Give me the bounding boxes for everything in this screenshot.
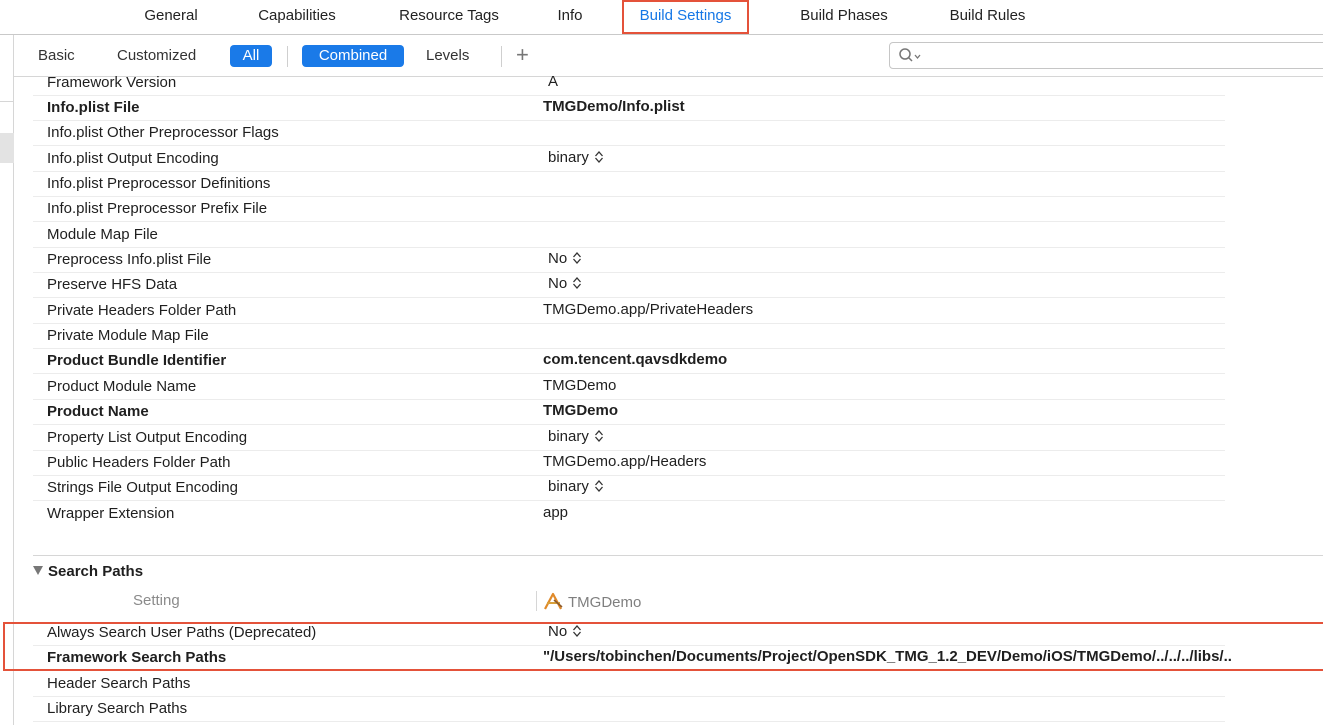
setting-row-product-bundle-identifier[interactable]: Product Bundle Identifier com.tencent.qa… [33,349,1225,374]
setting-row-info-plist-prefix-file[interactable]: Info.plist Preprocessor Prefix File [33,197,1225,222]
tab-capabilities[interactable]: Capabilities [252,0,342,34]
column-separator [536,591,537,611]
setting-row-header-search-paths[interactable]: Header Search Paths [33,672,1225,697]
setting-name: Info.plist Preprocessor Definitions [47,175,271,192]
filter-all[interactable]: All [230,45,272,67]
setting-row-info-plist-preprocessor-definitions[interactable]: Info.plist Preprocessor Definitions [33,172,1225,197]
setting-value: No [548,250,568,267]
setting-value: binary [548,428,589,445]
setting-value[interactable]: TMGDemo.app/Headers [543,453,706,470]
search-icon [899,48,921,62]
setting-name: Product Bundle Identifier [47,352,227,369]
editor-tab-bar: General Capabilities Resource Tags Info … [0,0,1323,34]
setting-row-private-module-map[interactable]: Private Module Map File [33,324,1225,349]
setting-dropdown[interactable]: binary [548,149,604,166]
setting-name: Private Headers Folder Path [47,302,237,319]
setting-row-private-headers-folder[interactable]: Private Headers Folder Path TMGDemo.app/… [33,299,1225,324]
setting-name: Library Search Paths [47,700,188,717]
setting-value[interactable]: TMGDemo [543,377,616,394]
setting-name: Framework Version [47,74,177,91]
app-target-icon [544,592,563,610]
setting-name: Preserve HFS Data [47,276,178,293]
section-title: Search Paths [48,563,144,580]
section-header-search-paths[interactable]: Search Paths [33,563,143,580]
setting-row-public-headers-folder[interactable]: Public Headers Folder Path TMGDemo.app/H… [33,451,1225,476]
search-field[interactable] [889,42,1323,69]
setting-row-info-plist-preprocessor-flags[interactable]: Info.plist Other Preprocessor Flags [33,121,1225,146]
setting-value: binary [548,149,589,166]
setting-value[interactable]: app [543,504,568,521]
column-header-target: TMGDemo [542,591,641,611]
stepper-icon [594,480,603,492]
filter-basic[interactable]: Basic [38,45,75,67]
setting-row-info-plist-output-encoding[interactable]: Info.plist Output Encoding binary [33,147,1225,172]
column-header-setting: Setting [133,592,180,609]
gutter-divider [0,101,14,102]
setting-row-info-plist-file[interactable]: Info.plist File TMGDemo/Info.plist [33,96,1225,121]
setting-value[interactable]: TMGDemo [543,402,618,419]
stepper-icon [573,277,582,289]
stepper-icon [573,252,582,264]
target-name: TMGDemo [568,594,642,611]
filter-levels[interactable]: Levels [426,45,469,67]
setting-row-wrapper-extension[interactable]: Wrapper Extension app [33,502,1225,527]
setting-name: Info.plist Output Encoding [47,150,219,167]
tab-info[interactable]: Info [554,0,586,34]
setting-name: Info.plist Preprocessor Prefix File [47,200,268,217]
setting-name: Wrapper Extension [47,505,175,522]
setting-name: Product Module Name [47,378,197,395]
setting-value: No [548,275,568,292]
setting-name: Module Map File [47,226,158,243]
setting-row-preprocess-info-plist[interactable]: Preprocess Info.plist File No [33,248,1225,273]
tab-build-phases[interactable]: Build Phases [795,0,893,34]
setting-name: Info.plist File [47,99,140,116]
disclosure-triangle-icon[interactable] [33,566,43,575]
setting-row-framework-version[interactable]: Framework Version A [33,71,1225,96]
setting-row-product-name[interactable]: Product Name TMGDemo [33,400,1225,425]
tab-build-rules[interactable]: Build Rules [945,0,1030,34]
setting-row-library-search-paths[interactable]: Library Search Paths [33,697,1225,722]
tab-build-settings[interactable]: Build Settings [622,0,749,34]
setting-value: binary [548,478,589,495]
setting-row-product-module-name[interactable]: Product Module Name TMGDemo [33,375,1225,400]
setting-row-strings-file-encoding[interactable]: Strings File Output Encoding binary [33,476,1225,501]
setting-dropdown[interactable]: No [548,250,582,267]
setting-value[interactable]: com.tencent.qavsdkdemo [543,351,727,368]
tab-resource-tags[interactable]: Resource Tags [393,0,505,34]
setting-value[interactable]: TMGDemo/Info.plist [543,98,685,115]
tab-general[interactable]: General [141,0,201,34]
setting-name: Header Search Paths [47,675,191,692]
setting-name: Info.plist Other Preprocessor Flags [47,124,279,141]
setting-name: Private Module Map File [47,327,209,344]
stepper-icon [594,151,603,163]
section-divider [33,555,1323,556]
setting-row-preserve-hfs-data[interactable]: Preserve HFS Data No [33,273,1225,298]
annotation-highlight-box [3,622,1323,671]
setting-name: Product Name [47,403,149,420]
setting-value[interactable]: A [548,73,558,90]
setting-dropdown[interactable]: No [548,275,582,292]
setting-dropdown[interactable]: binary [548,428,604,445]
setting-name: Strings File Output Encoding [47,479,238,496]
setting-value[interactable]: TMGDemo.app/PrivateHeaders [543,301,753,318]
filter-combined[interactable]: Combined [302,45,404,67]
setting-dropdown[interactable]: binary [548,478,604,495]
setting-row-module-map-file[interactable]: Module Map File [33,223,1225,248]
setting-name: Preprocess Info.plist File [47,251,212,268]
setting-name: Property List Output Encoding [47,429,248,446]
setting-name: Public Headers Folder Path [47,454,231,471]
filter-customized[interactable]: Customized [117,45,196,67]
setting-row-property-list-encoding[interactable]: Property List Output Encoding binary [33,426,1225,451]
stepper-icon [594,430,603,442]
gutter-selection [0,133,14,163]
add-setting-button[interactable]: + [516,43,529,67]
filter-separator [287,46,288,67]
filter-separator [501,46,502,67]
